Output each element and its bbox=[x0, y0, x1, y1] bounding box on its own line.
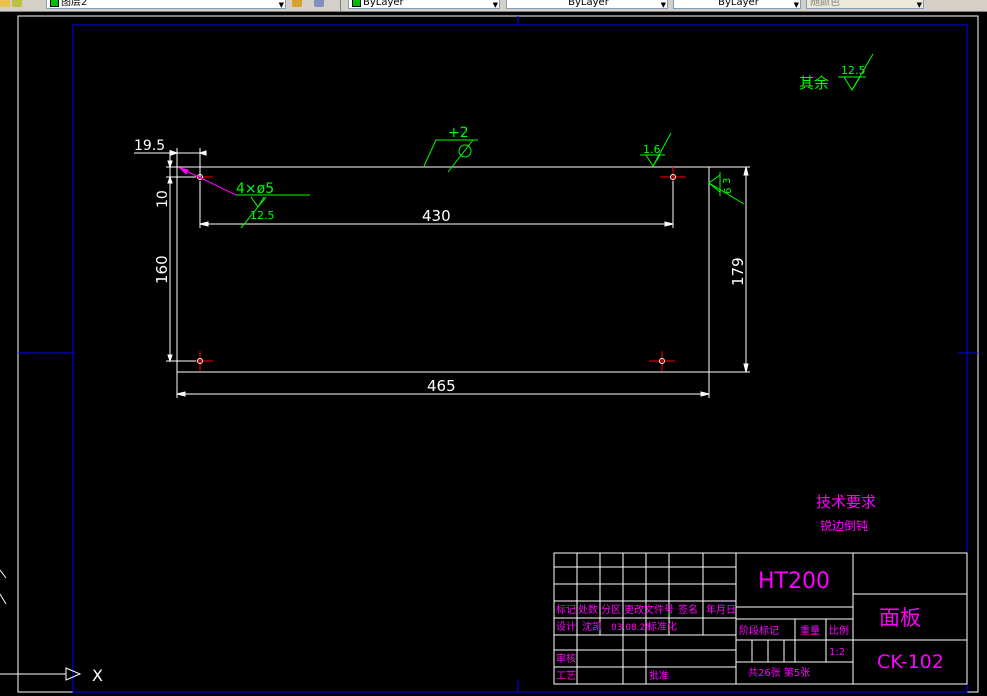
roughness-other-label: 其余 bbox=[799, 74, 829, 92]
tb-row-process: 工艺 bbox=[556, 670, 576, 682]
tb-row-standard: 标准化 bbox=[647, 620, 677, 633]
tb-row-design: 设计 bbox=[556, 620, 576, 633]
cad-drawing-canvas[interactable]: 19.5 10 430 160 465 179 4×ø5 12.5 +2 1.6… bbox=[0, 0, 987, 696]
mounting-holes bbox=[187, 167, 686, 371]
tb-header-zone: 分区 bbox=[601, 604, 621, 616]
dim-overall-height-label: 179 bbox=[729, 257, 747, 286]
dim-hole-spacing-x-label: 430 bbox=[422, 207, 451, 225]
roughness-top-label: 1.6 bbox=[643, 143, 661, 156]
dim-overall-width-label: 465 bbox=[427, 377, 456, 395]
tb-drawing-no: CK-102 bbox=[877, 651, 944, 673]
dim-hole-spacing-y-label: 160 bbox=[153, 255, 171, 284]
tb-design-date: 03.08.25 bbox=[611, 623, 651, 633]
tb-header-date: 年月日 bbox=[706, 603, 736, 616]
drawing-frame bbox=[72, 24, 968, 693]
tb-part-name: 面板 bbox=[879, 606, 921, 630]
tb-row-approve: 批准 bbox=[649, 669, 669, 682]
roughness-right-label-a: 3 bbox=[722, 178, 733, 184]
tb-designer: 沈凯 bbox=[582, 620, 602, 633]
tech-requirements-note: 锐边倒钝 bbox=[820, 519, 868, 533]
tb-scale-value: 1:2 bbox=[829, 647, 845, 658]
part-outline[interactable] bbox=[176, 166, 710, 373]
centering-marks bbox=[18, 16, 978, 692]
dim-offset-y-label: 10 bbox=[155, 190, 171, 208]
dim-offset-x-label: 19.5 bbox=[134, 138, 165, 154]
tb-header-mark: 标记 bbox=[556, 604, 576, 616]
tb-header-count: 处数 bbox=[578, 603, 598, 616]
tb-material: HT200 bbox=[758, 569, 830, 594]
ucs-icon bbox=[0, 569, 82, 681]
flatness-label: +2 bbox=[448, 125, 469, 141]
tb-sheets: 共26张 第5张 bbox=[748, 666, 810, 679]
ucs-x-label: X bbox=[92, 666, 103, 685]
tb-row-review: 审核 bbox=[556, 652, 576, 665]
tb-stage-label: 阶段标记 bbox=[739, 624, 779, 637]
roughness-other-value: 12.5 bbox=[841, 64, 866, 77]
hole-bottom-right[interactable] bbox=[649, 351, 675, 371]
tech-requirements-title: 技术要求 bbox=[816, 493, 876, 511]
paper-border bbox=[17, 15, 979, 693]
tb-header-sign: 签名 bbox=[678, 603, 698, 616]
hole-roughness-label: 12.5 bbox=[250, 209, 275, 222]
tb-weight-label: 重量 bbox=[800, 624, 820, 637]
tb-header-change-doc: 更改文件号 bbox=[624, 603, 674, 616]
roughness-right-label-b: 6 bbox=[723, 188, 734, 194]
hole-callout-label: 4×ø5 bbox=[236, 181, 274, 197]
tb-scale-label: 比例 bbox=[829, 624, 849, 637]
hole-callout-leader[interactable] bbox=[178, 167, 237, 196]
